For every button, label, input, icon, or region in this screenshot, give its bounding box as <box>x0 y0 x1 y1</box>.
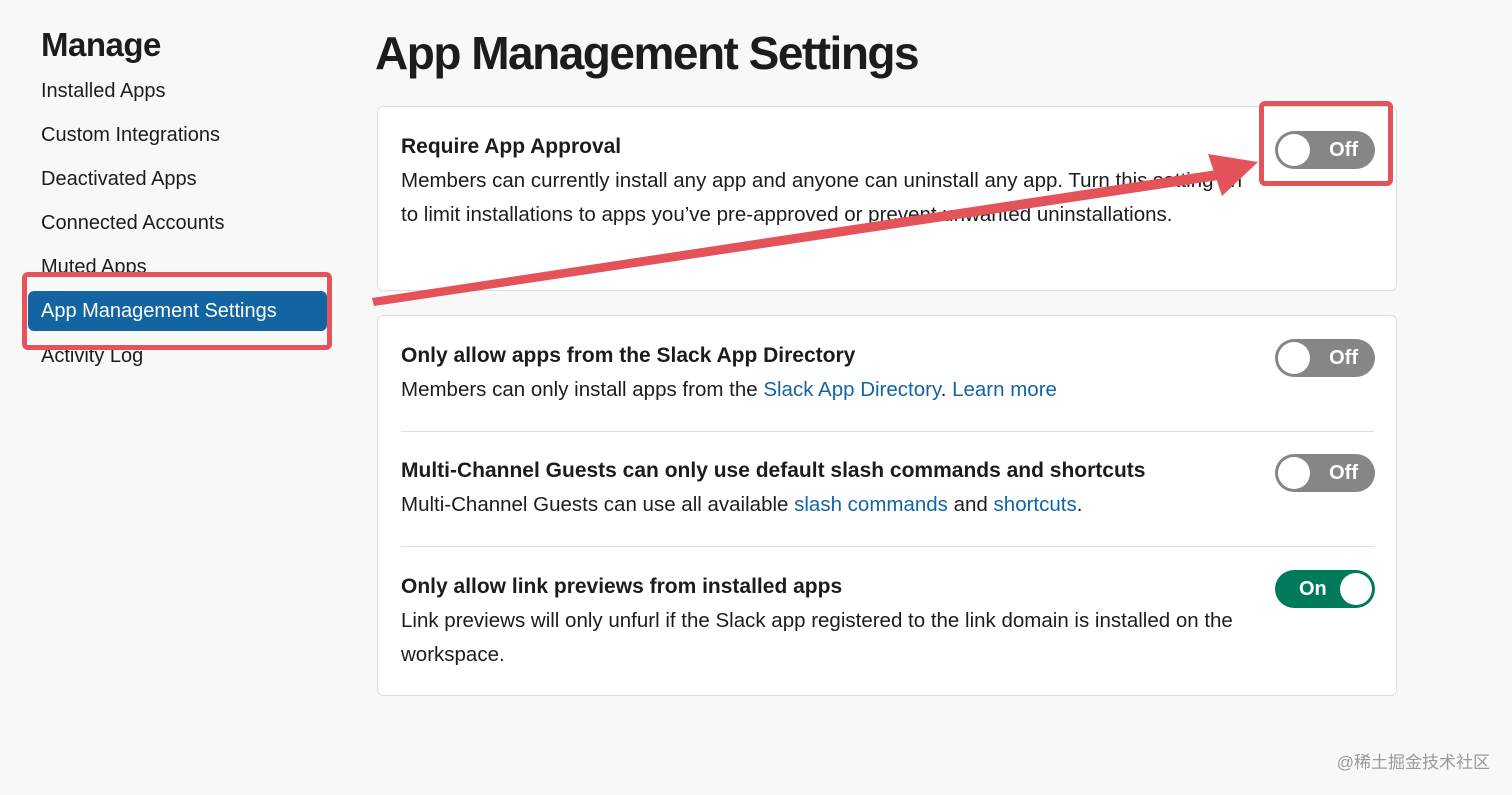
arrow-shaft <box>372 168 1232 306</box>
arrow-head-icon <box>1208 154 1258 196</box>
annotation-box-sidebar <box>22 272 332 350</box>
annotation-box-toggle <box>1259 101 1393 186</box>
watermark: @稀土掘金技术社区 <box>1336 753 1490 772</box>
